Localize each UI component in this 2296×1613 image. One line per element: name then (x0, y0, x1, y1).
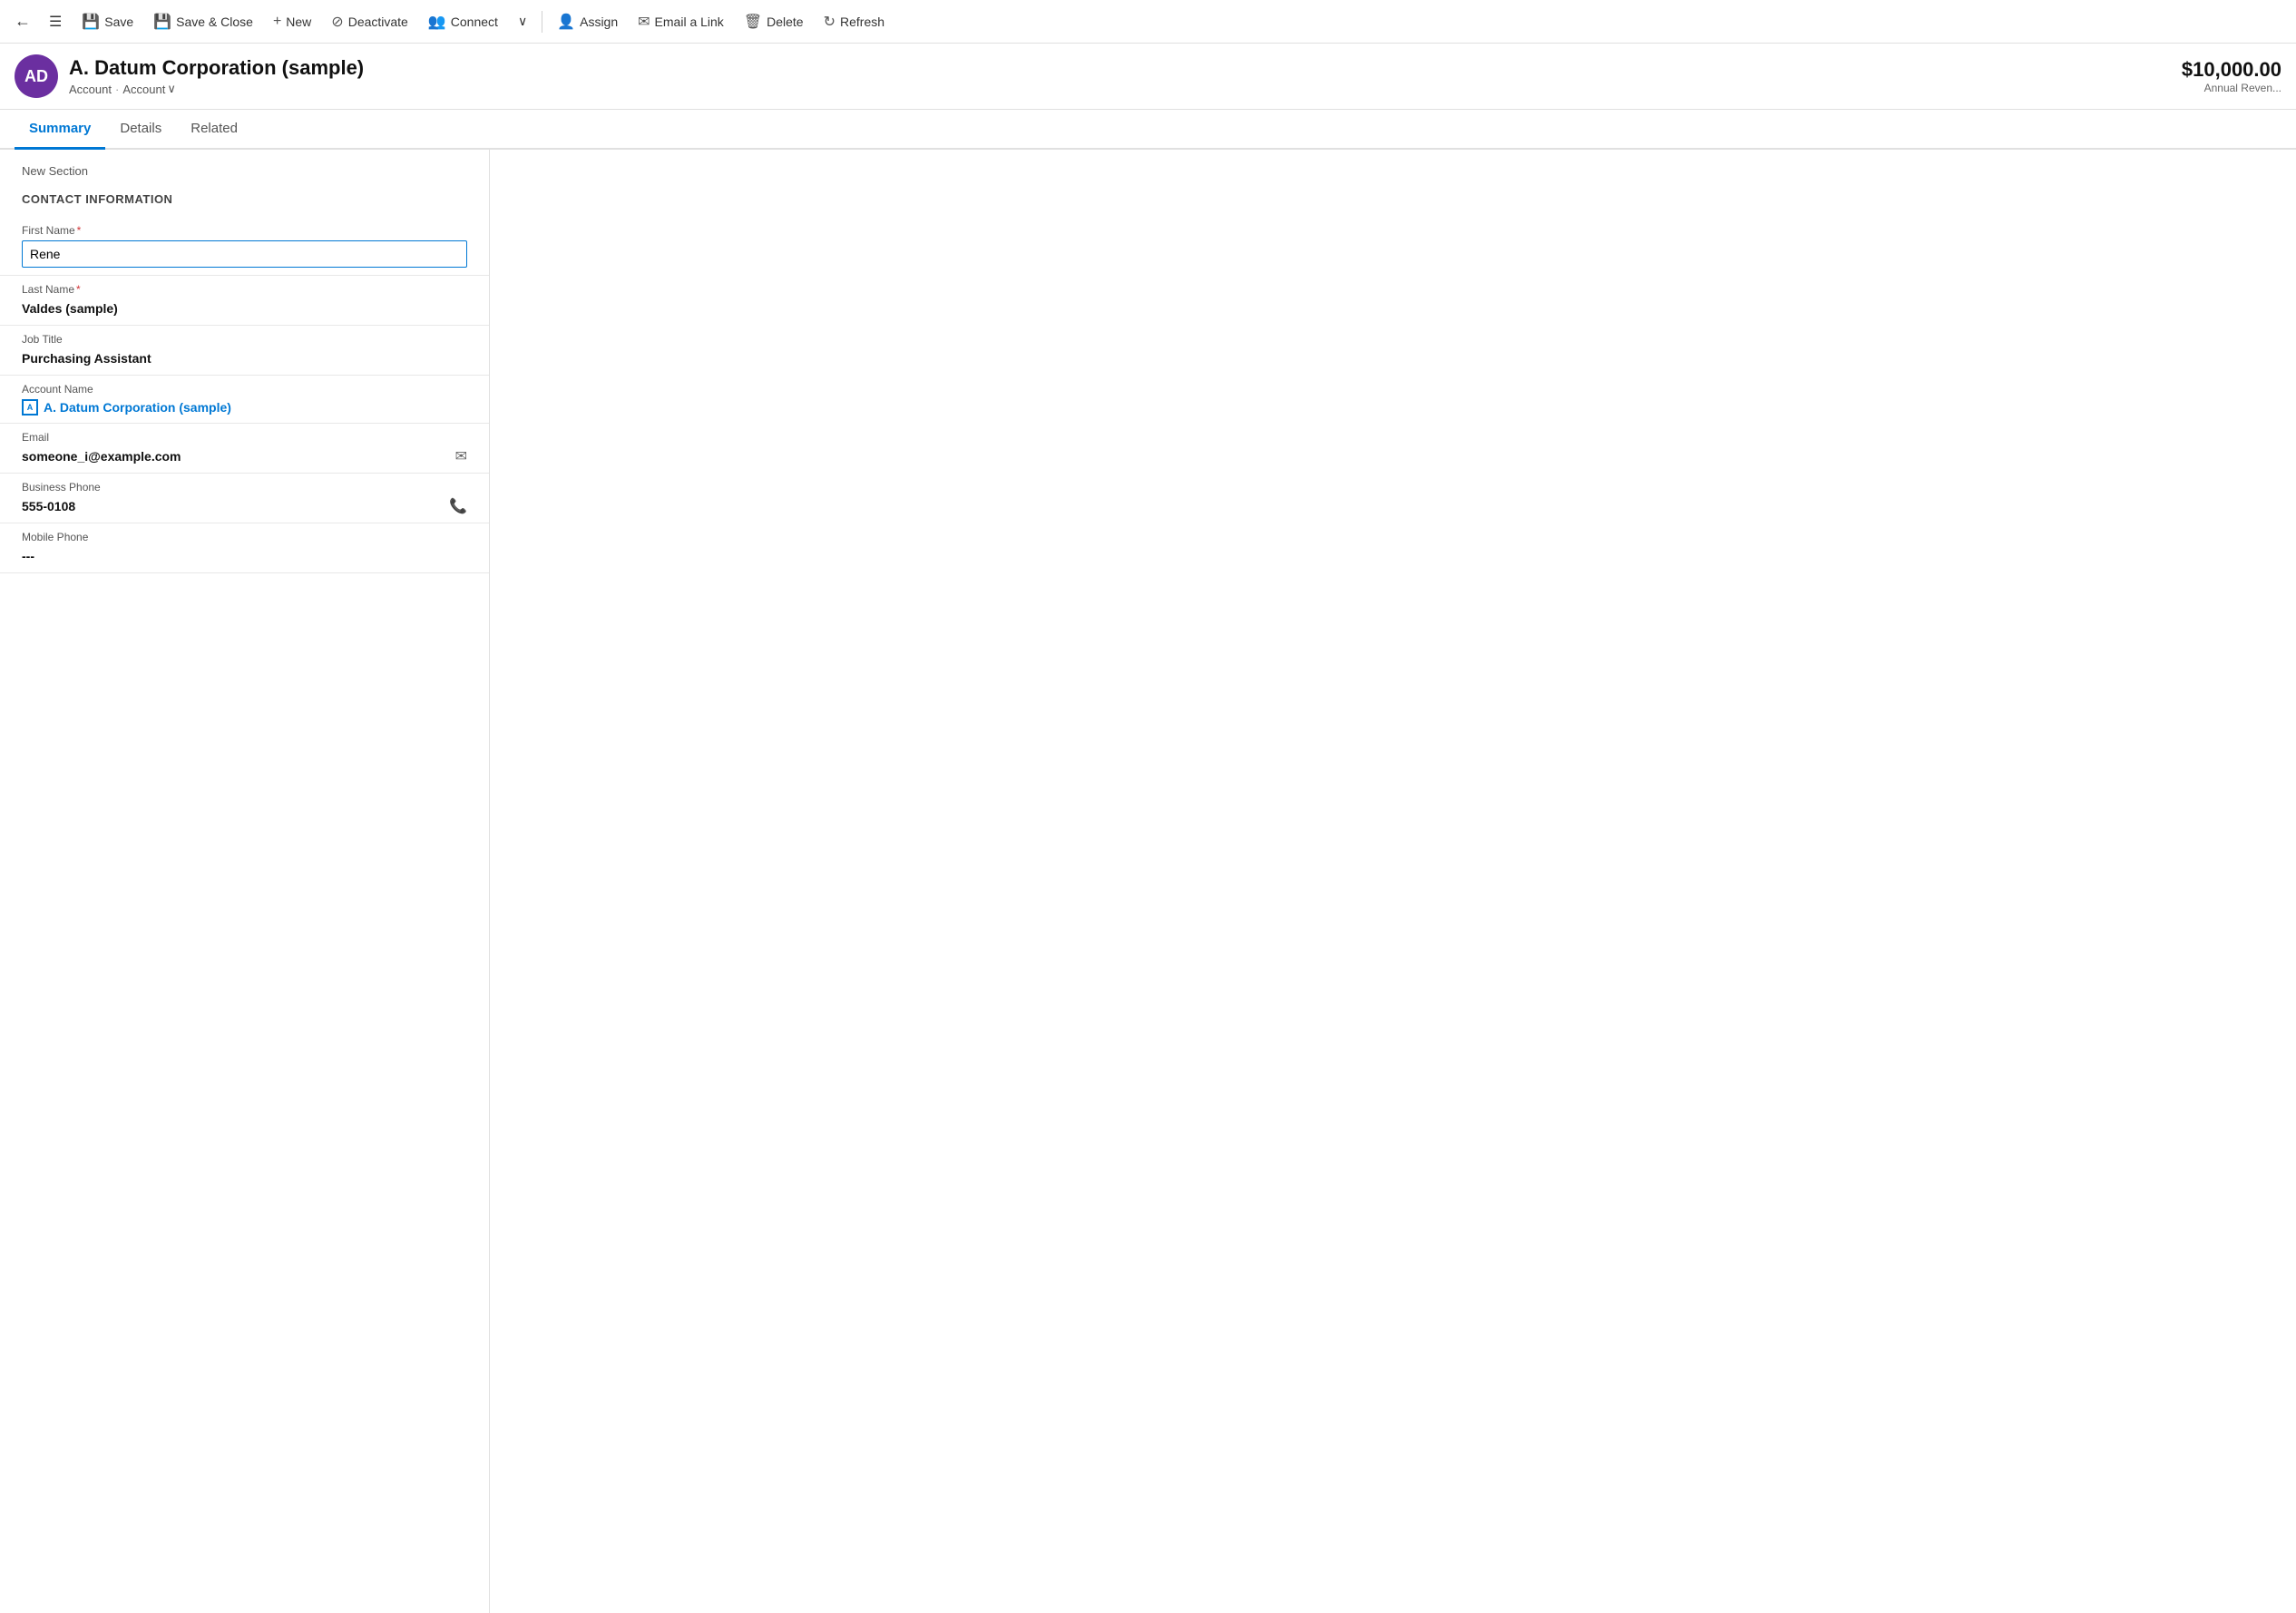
tabs-bar: Summary Details Related (0, 110, 2296, 150)
field-last-name: Last Name * Valdes (sample) (0, 276, 489, 326)
avatar-initials: AD (24, 67, 48, 86)
connect-icon: 👥 (428, 13, 446, 31)
breadcrumb-chevron-icon: ∨ (167, 82, 176, 96)
record-revenue-label: Annual Reven... (2182, 82, 2281, 94)
new-label: New (286, 15, 311, 29)
email-link-label: Email a Link (655, 15, 724, 29)
email-value-container: someone_i@example.com ✉ (22, 447, 467, 465)
email-action-icon[interactable]: ✉ (455, 447, 467, 465)
field-business-phone: Business Phone 555-0108 📞 (0, 474, 489, 523)
assign-button[interactable]: 👤 Assign (548, 7, 627, 36)
content-area: New Section CONTACT INFORMATION First Na… (0, 150, 2296, 1613)
save-button[interactable]: 💾 Save (73, 7, 142, 36)
save-close-icon: 💾 (153, 13, 171, 31)
first-name-required: * (77, 224, 82, 237)
save-close-label: Save & Close (176, 15, 253, 29)
refresh-label: Refresh (840, 15, 884, 29)
new-icon: + (273, 14, 281, 30)
field-first-name: First Name * (0, 217, 489, 276)
business-phone-value-container: 555-0108 📞 (22, 497, 467, 515)
email-value: someone_i@example.com (22, 447, 181, 465)
account-name-label: Account Name (22, 383, 467, 396)
first-name-input[interactable] (22, 240, 467, 268)
page-icon: ☰ (49, 13, 62, 31)
record-revenue: $10,000.00 (2182, 58, 2281, 82)
save-label: Save (104, 15, 133, 29)
chevron-down-icon: ∨ (518, 14, 527, 29)
tab-summary[interactable]: Summary (15, 110, 105, 150)
record-header: AD A. Datum Corporation (sample) Account… (0, 44, 2296, 110)
back-icon: ← (15, 12, 31, 31)
deactivate-icon: ⊘ (331, 13, 343, 31)
email-link-icon: ✉ (638, 13, 650, 31)
save-icon: 💾 (82, 13, 100, 31)
breadcrumb-subtype[interactable]: Account ∨ (122, 82, 176, 96)
field-email: Email someone_i@example.com ✉ (0, 424, 489, 474)
right-panel (490, 150, 2296, 1613)
email-label: Email (22, 431, 467, 444)
delete-button[interactable]: 🗑 Delete (735, 7, 813, 36)
toolbar: ← ☰ 💾 Save 💾 Save & Close + New ⊘ Deacti… (0, 0, 2296, 44)
section-header: New Section (0, 150, 489, 185)
page-icon-button[interactable]: ☰ (40, 7, 71, 36)
record-title: A. Datum Corporation (sample) Account · … (69, 56, 2182, 96)
breadcrumb-type[interactable]: Account (69, 83, 112, 96)
email-link-button[interactable]: ✉ Email a Link (629, 7, 733, 36)
assign-label: Assign (580, 15, 618, 29)
mobile-phone-label: Mobile Phone (22, 531, 467, 543)
record-revenue-container: $10,000.00 Annual Reven... (2182, 58, 2281, 94)
business-phone-label: Business Phone (22, 481, 467, 494)
connect-label: Connect (451, 15, 498, 29)
business-phone-value: 555-0108 (22, 497, 75, 515)
assign-icon: 👤 (557, 13, 575, 31)
tab-related[interactable]: Related (176, 110, 252, 150)
last-name-value: Valdes (sample) (22, 299, 467, 318)
left-panel: New Section CONTACT INFORMATION First Na… (0, 150, 490, 1613)
job-title-label: Job Title (22, 333, 467, 346)
first-name-label: First Name * (22, 224, 467, 237)
account-name-value: A. Datum Corporation (sample) (44, 400, 231, 415)
refresh-button[interactable]: ↻ Refresh (815, 7, 894, 36)
save-close-button[interactable]: 💾 Save & Close (144, 7, 262, 36)
tab-details[interactable]: Details (105, 110, 176, 150)
avatar: AD (15, 54, 58, 98)
mobile-phone-value: --- (22, 547, 467, 565)
account-icon: A (22, 399, 38, 415)
new-button[interactable]: + New (264, 8, 320, 35)
deactivate-label: Deactivate (348, 15, 408, 29)
account-name-link[interactable]: A A. Datum Corporation (sample) (22, 399, 467, 415)
breadcrumb: Account · Account ∨ (69, 82, 2182, 96)
last-name-required: * (76, 283, 81, 296)
field-account-name: Account Name A A. Datum Corporation (sam… (0, 376, 489, 424)
phone-action-icon[interactable]: 📞 (449, 497, 467, 515)
delete-icon: 🗑 (744, 13, 762, 31)
field-mobile-phone: Mobile Phone --- (0, 523, 489, 573)
breadcrumb-separator: · (115, 83, 119, 96)
field-job-title: Job Title Purchasing Assistant (0, 326, 489, 376)
last-name-label: Last Name * (22, 283, 467, 296)
refresh-icon: ↻ (824, 13, 835, 31)
delete-label: Delete (767, 15, 803, 29)
job-title-value: Purchasing Assistant (22, 349, 467, 367)
record-name: A. Datum Corporation (sample) (69, 56, 2182, 80)
deactivate-button[interactable]: ⊘ Deactivate (322, 7, 417, 36)
more-button[interactable]: ∨ (509, 8, 536, 34)
back-button[interactable]: ← (7, 6, 38, 36)
connect-button[interactable]: 👥 Connect (419, 7, 507, 36)
section-title: CONTACT INFORMATION (0, 185, 489, 217)
